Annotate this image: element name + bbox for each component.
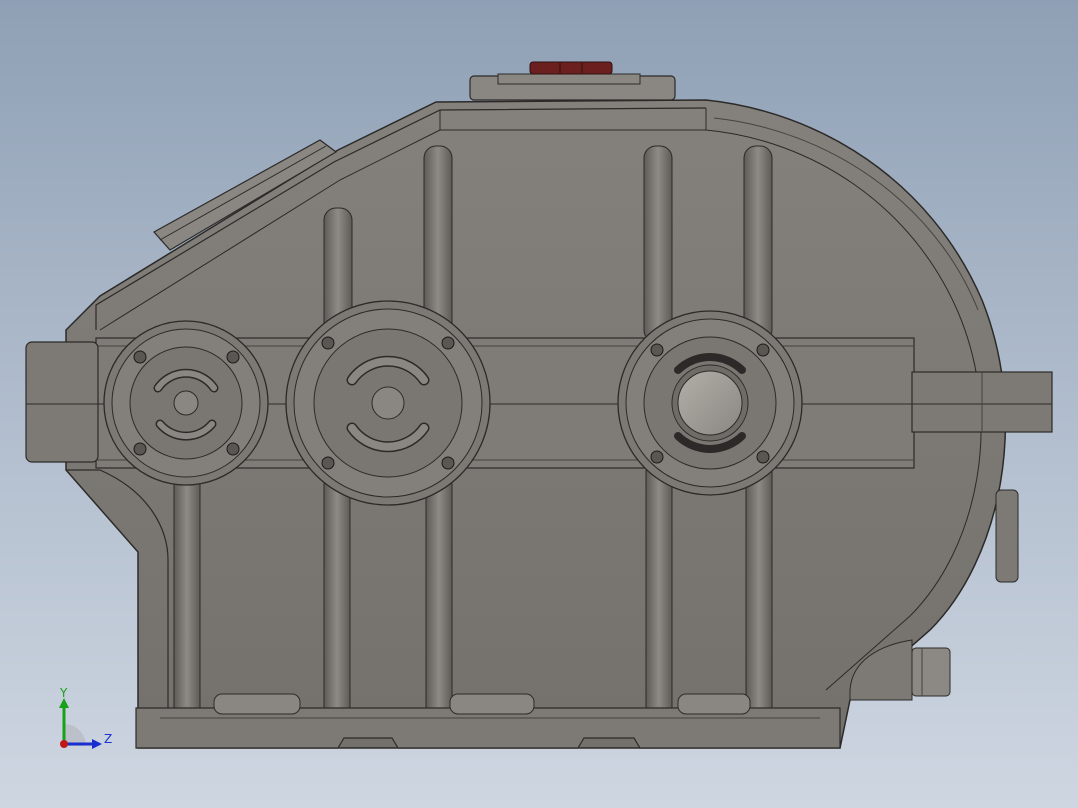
side-boss [995,489,1019,583]
cad-viewport[interactable]: Y Z [0,0,1078,808]
orientation-triad: Y Z [50,684,120,754]
triad-y-label: Y [60,686,68,700]
bearing-cap-input [103,320,269,486]
gearbox-model[interactable] [0,0,1078,808]
bearing-cap-intermediate [285,300,491,506]
bearing-cap-output [617,310,803,496]
oil-plug [911,647,951,697]
triad-z-label: Z [104,732,113,746]
breather-cap [529,61,613,75]
left-lifting-lug [25,341,99,463]
